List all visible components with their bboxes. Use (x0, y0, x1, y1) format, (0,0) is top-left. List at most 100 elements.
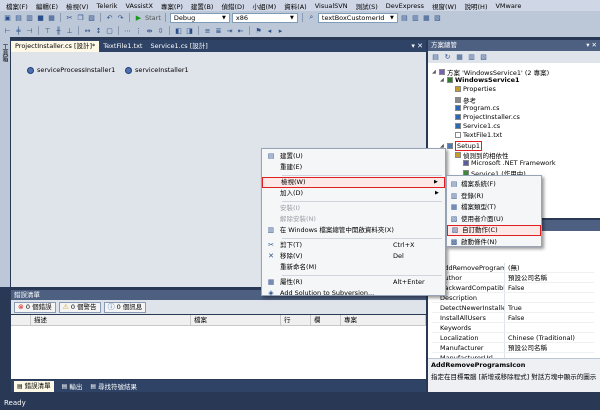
view-code-icon[interactable]: ▥ (467, 53, 476, 62)
expand-icon[interactable]: ◢ (432, 69, 437, 75)
toolbox-strip[interactable] (0, 37, 10, 287)
align-left-icon[interactable]: ⊢ (3, 26, 12, 35)
property-value[interactable]: (無) (504, 263, 594, 272)
context-menu-item[interactable]: 重建(E) (262, 162, 445, 173)
property-row[interactable]: InstallAllUsers False (432, 313, 594, 323)
menu-item[interactable]: 測試(S) (352, 1, 382, 11)
context-menu-item[interactable]: ▥ 在 Windows 檔案總管中開啟資料夾(X) (262, 225, 445, 236)
submenu-item[interactable]: ▩ 啟動條件(N) (447, 237, 541, 248)
submenu-item[interactable]: ▥ 登錄(R) (447, 191, 541, 202)
property-row[interactable]: Author 預設公司名稱 (432, 273, 594, 283)
same-size-icon[interactable]: ▢ (105, 26, 114, 35)
context-menu-item[interactable]: 加入(D) ▶ (262, 188, 445, 199)
spacing-icon[interactable]: ⋮ (134, 26, 143, 35)
component-service-installer[interactable]: serviceInstaller1 (125, 66, 189, 74)
property-row[interactable]: DetectNewerInstalledVTrue (432, 303, 594, 313)
property-value[interactable] (504, 293, 594, 302)
menu-item[interactable]: 小組(M) (249, 1, 281, 11)
find-combo[interactable]: textBoxCustomerId ▼ (317, 12, 398, 23)
menu-item[interactable]: DevExpress (382, 2, 428, 10)
tree-item[interactable]: ◢ WindowsService1 (440, 76, 520, 84)
column-header[interactable]: 檔案 (191, 315, 281, 325)
context-menu-item[interactable]: ▤ 建置(U) (262, 151, 445, 162)
bottom-tab[interactable]: ▤ 錯誤清單 (14, 380, 54, 392)
bookmark-prev-icon[interactable]: ◂ (265, 26, 274, 35)
tree-item[interactable]: Properties (448, 85, 496, 93)
tree-item[interactable]: TextFile1.txt (448, 131, 502, 139)
solution-platform-combo[interactable]: x86 ▼ (231, 12, 298, 23)
align-bottom-icon[interactable]: ⊥ (65, 26, 74, 35)
paste-icon[interactable]: ▧ (87, 13, 96, 22)
context-menu-item[interactable]: ◈ Add Solution to Subversion... (262, 288, 445, 299)
context-menu-item[interactable]: 重新命名(M) (262, 262, 445, 273)
align-center-icon[interactable]: ╪ (14, 26, 23, 35)
context-menu-item[interactable]: ✕ 移除(V) Del (262, 251, 445, 262)
menu-item[interactable]: VAssistX (121, 2, 156, 10)
menu-item[interactable]: VisualSVN (311, 2, 352, 10)
bottom-tab[interactable]: ▤ 輸出 (62, 381, 83, 392)
tree-item[interactable]: Program.cs (448, 104, 499, 112)
context-menu-item[interactable]: ✂ 剪下(T) Ctrl+X (262, 240, 445, 251)
toolbox-label[interactable]: 工具箱 (1, 44, 9, 62)
property-row[interactable]: AddRemoveProgramsI(無) (432, 263, 594, 273)
spacing-icon[interactable]: ⇹ (145, 26, 154, 35)
solution-explorer-icon[interactable]: ▤ (400, 13, 409, 22)
new-project-icon[interactable]: ▣ (3, 13, 12, 22)
column-header[interactable]: 欄 (311, 315, 341, 325)
open-icon[interactable]: ▥ (25, 13, 34, 22)
context-menu-item[interactable]: 檢視(W) ▶ (262, 177, 445, 188)
menu-item[interactable]: 檢視(V) (62, 1, 93, 11)
column-header[interactable]: 行 (281, 315, 311, 325)
context-menu-item[interactable]: 解除安裝(N) (262, 214, 445, 225)
save-all-icon[interactable]: ▦ (47, 13, 56, 22)
submenu-item[interactable]: ▨ 自訂動作(C) (447, 225, 541, 236)
menu-item[interactable]: 視窗(W) (428, 1, 461, 11)
view-designer-icon[interactable]: ▧ (479, 53, 488, 62)
menu-item[interactable]: 偵錯(D) (217, 1, 248, 11)
error-filter-button[interactable]: ⓘ 0 個訊息 (103, 301, 147, 313)
error-list-body[interactable] (11, 326, 426, 379)
comment-icon[interactable]: ≡ (203, 26, 212, 35)
submenu-item[interactable]: ▤ 檔案系統(F) (447, 179, 541, 190)
expand-icon[interactable]: ◢ (440, 77, 445, 83)
submenu-item[interactable]: ▦ 檔案類型(T) (447, 202, 541, 213)
menu-item[interactable]: Telerik (93, 2, 122, 10)
property-row[interactable]: Localization Chinese (Traditional) (432, 333, 594, 343)
menu-item[interactable]: 說明(H) (461, 1, 492, 11)
column-header[interactable] (11, 315, 31, 325)
align-right-icon[interactable]: ⊣ (25, 26, 34, 35)
property-row[interactable]: Description (432, 293, 594, 303)
object-browser-icon[interactable]: ▦ (422, 13, 431, 22)
align-top-icon[interactable]: ⊤ (43, 26, 52, 35)
component-service-process-installer[interactable]: serviceProcessInstaller1 (27, 66, 115, 74)
property-value[interactable]: True (504, 303, 594, 312)
refresh-icon[interactable]: ↻ (443, 53, 452, 62)
close-icon[interactable]: ▾ ✕ (586, 40, 600, 51)
copy-icon[interactable]: ❐ (76, 13, 85, 22)
class-view-tab[interactable]: 檢視 (541, 209, 554, 219)
find-icon[interactable]: ⌕ (307, 13, 316, 22)
bookmark-next-icon[interactable]: ▸ (276, 26, 285, 35)
close-tab-icon[interactable]: ▾ ✕ (411, 41, 426, 52)
property-value[interactable]: 預設公司名稱 (504, 273, 594, 282)
tree-item[interactable]: Service1.cs (448, 122, 500, 130)
property-value[interactable]: False (504, 283, 594, 292)
error-filter-button[interactable]: ⚠ 0 個警告 (58, 301, 101, 313)
document-tab[interactable]: TextFile1.txt (99, 41, 146, 52)
document-tab[interactable]: Service1.cs [設計] (146, 41, 211, 52)
save-icon[interactable]: ■ (36, 13, 45, 22)
menu-item[interactable]: VMware (491, 2, 525, 10)
bottom-tab[interactable]: ▤ 尋找符號結果 (90, 381, 137, 392)
column-header[interactable]: 描述 (31, 315, 191, 325)
error-filter-button[interactable]: ⊗ 0 個錯誤 (14, 301, 56, 313)
property-row[interactable]: BackwardCompatibleI False (432, 283, 594, 293)
menu-item[interactable]: 檔案(F) (2, 1, 32, 11)
property-value[interactable]: False (504, 313, 594, 322)
start-icon[interactable]: ▶ (134, 13, 143, 22)
menu-item[interactable]: 建置(B) (187, 1, 218, 11)
uncomment-icon[interactable]: ≣ (214, 26, 223, 35)
add-item-icon[interactable]: ▤ (14, 13, 23, 22)
context-menu-item[interactable]: 安裝(I) (262, 203, 445, 214)
align-middle-icon[interactable]: ╫ (54, 26, 63, 35)
tree-item[interactable]: Microsoft .NET Framework (456, 159, 556, 167)
